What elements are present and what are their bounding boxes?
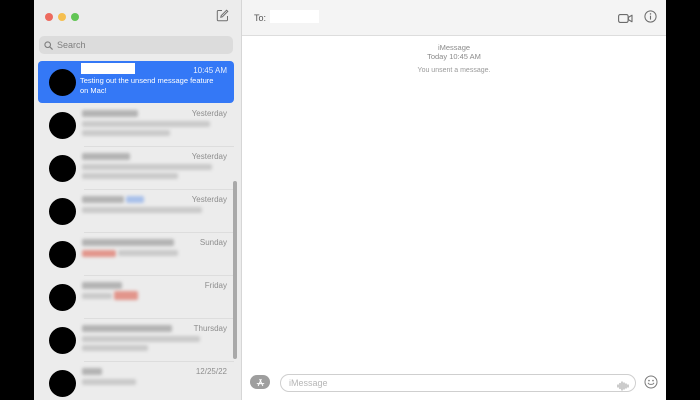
redacted-preview	[82, 336, 200, 342]
conversation-time: Sunday	[199, 238, 227, 247]
avatar	[49, 69, 76, 96]
conversation-time: Yesterday	[191, 109, 227, 118]
conversation-time: 12/25/22	[195, 367, 227, 376]
sidebar: 10:45 AM Testing out the unsend message …	[34, 0, 242, 400]
video-call-icon	[618, 14, 633, 23]
message-input[interactable]	[289, 377, 609, 389]
redacted-preview	[82, 379, 136, 385]
search-icon	[44, 40, 53, 50]
avatar	[49, 241, 76, 268]
app-store-icon	[256, 378, 264, 386]
to-label: To:	[254, 13, 267, 23]
avatar	[49, 370, 76, 397]
redacted-name	[82, 239, 174, 246]
window-controls	[45, 13, 79, 21]
minimize-window-button[interactable]	[58, 13, 66, 21]
redacted-name	[82, 196, 124, 203]
conversation-item[interactable]: 12/25/22	[38, 362, 234, 400]
redacted-preview	[82, 250, 116, 257]
conversation-item[interactable]: Yesterday	[38, 147, 234, 190]
search-input[interactable]	[57, 40, 217, 50]
conversation-item[interactable]: Friday	[38, 276, 234, 319]
video-call-button[interactable]	[618, 11, 633, 29]
conversation-preview: Testing out the unsend message feature o…	[80, 76, 214, 95]
audio-waveform-icon	[617, 381, 629, 391]
redacted-name	[82, 110, 138, 117]
redacted-preview	[82, 293, 112, 299]
redacted-preview	[82, 121, 210, 127]
zoom-window-button[interactable]	[71, 13, 79, 21]
audio-message-button[interactable]	[617, 378, 629, 396]
emoji-icon	[644, 375, 658, 389]
conversation-item[interactable]: Thursday	[38, 319, 234, 362]
redacted-preview	[114, 291, 138, 300]
redacted-preview	[82, 130, 170, 136]
search-bar[interactable]	[39, 36, 233, 54]
redacted-preview	[82, 345, 148, 351]
conversation-time: Thursday	[193, 324, 227, 333]
redacted-name	[82, 368, 102, 375]
contact-name-redacted	[81, 63, 135, 74]
redacted-preview	[82, 164, 212, 170]
recipient-field[interactable]	[270, 10, 319, 23]
avatar	[49, 284, 76, 311]
close-window-button[interactable]	[45, 13, 53, 21]
avatar	[49, 155, 76, 182]
conversation-header: To:	[242, 0, 666, 36]
redacted-preview	[82, 207, 202, 213]
unsent-notice: You unsent a message.	[417, 67, 491, 74]
emoji-button[interactable]	[644, 375, 658, 394]
conversation-item-selected[interactable]: 10:45 AM Testing out the unsend message …	[38, 61, 234, 103]
redacted-name	[82, 325, 172, 332]
conversation-time: 10:45 AM	[193, 66, 227, 75]
conversation-item[interactable]: Yesterday	[38, 104, 234, 147]
info-icon	[644, 10, 657, 23]
message-input-container	[280, 374, 636, 392]
compose-icon	[216, 9, 229, 22]
avatar	[49, 198, 76, 225]
service-label: iMessage	[437, 43, 471, 52]
thread-meta: iMessage Today 10:45 AM You unsent a mes…	[242, 43, 666, 74]
sidebar-scrollbar[interactable]	[233, 181, 237, 359]
redacted-preview	[118, 250, 178, 256]
compose-button[interactable]	[216, 9, 230, 23]
messages-window: 10:45 AM Testing out the unsend message …	[34, 0, 666, 400]
avatar	[49, 112, 76, 139]
conversation-panel: To: iMessage Today 10:45 AM You unsent a…	[242, 0, 666, 400]
redacted-name	[82, 153, 130, 160]
conversation-item[interactable]: Sunday	[38, 233, 234, 276]
conversation-time: Yesterday	[191, 195, 227, 204]
info-button[interactable]	[644, 10, 657, 28]
message-composer	[242, 372, 666, 394]
redacted-name	[82, 282, 122, 289]
redacted-name	[126, 196, 144, 203]
redacted-preview	[82, 173, 178, 179]
conversation-time: Friday	[204, 281, 227, 290]
conversation-list: 10:45 AM Testing out the unsend message …	[34, 61, 241, 400]
conversation-item[interactable]: Yesterday	[38, 190, 234, 233]
conversation-time: Yesterday	[191, 152, 227, 161]
apps-button[interactable]	[250, 375, 270, 389]
avatar	[49, 327, 76, 354]
thread-timestamp: Today 10:45 AM	[427, 52, 481, 61]
